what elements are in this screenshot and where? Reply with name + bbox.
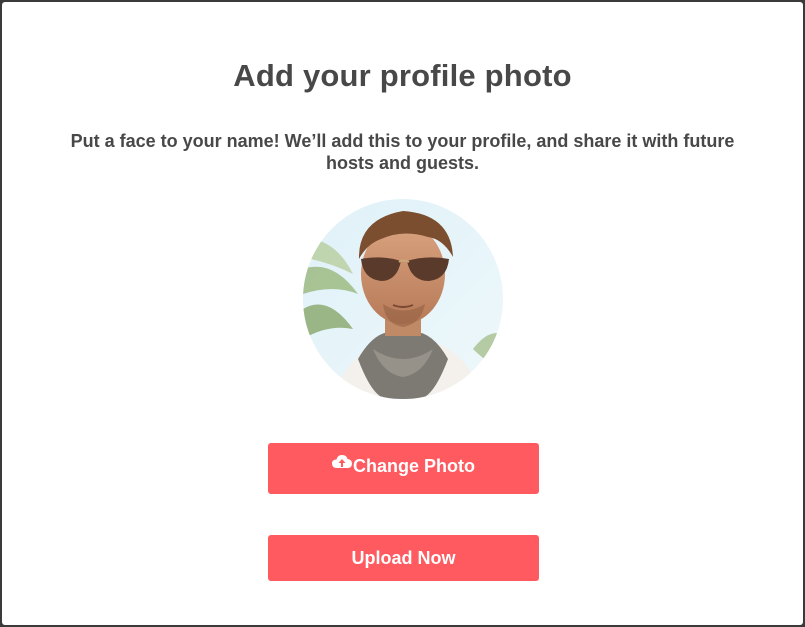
upload-now-button[interactable]: Upload Now bbox=[268, 535, 539, 581]
cloud-upload-icon bbox=[332, 441, 352, 487]
modal-subtitle: Put a face to your name! We’ll add this … bbox=[70, 131, 735, 173]
modal-title: Add your profile photo bbox=[233, 58, 572, 93]
change-photo-label: Change Photo bbox=[353, 456, 475, 476]
upload-now-label: Upload Now bbox=[351, 548, 456, 568]
avatar-image bbox=[303, 199, 503, 399]
profile-photo-modal: Add your profile photo Put a face to you… bbox=[2, 2, 803, 625]
change-photo-button[interactable]: Change Photo bbox=[268, 443, 539, 494]
avatar bbox=[303, 199, 503, 399]
